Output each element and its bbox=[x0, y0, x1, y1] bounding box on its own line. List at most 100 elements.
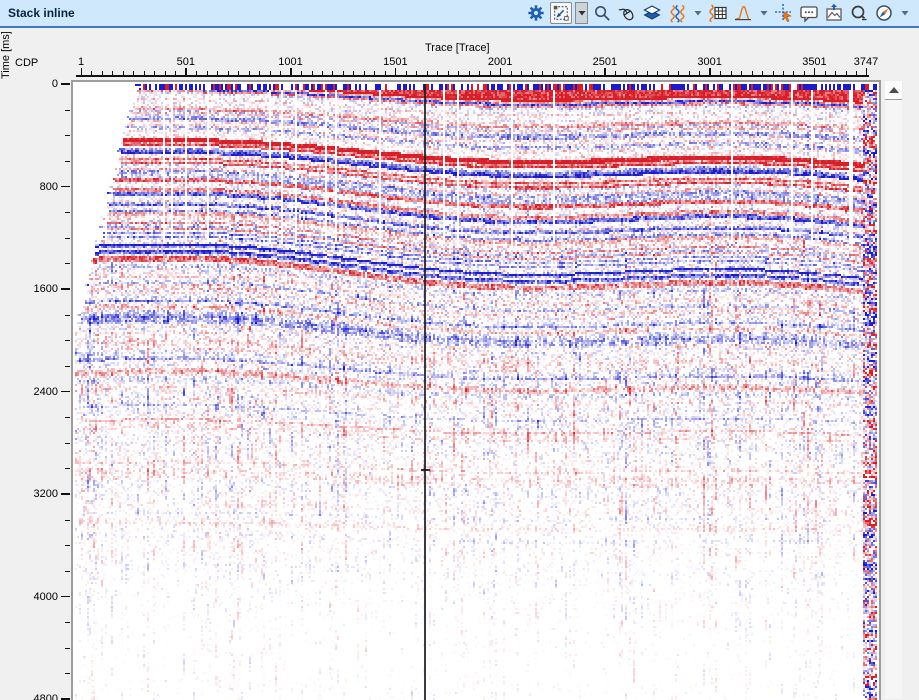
x-tick-minor bbox=[112, 71, 113, 75]
x-tick-minor bbox=[490, 71, 491, 75]
y-tick-minor bbox=[65, 212, 70, 213]
y-tick-label: 4000 bbox=[14, 591, 58, 603]
x-tick-label: 2501 bbox=[593, 56, 617, 68]
wiggle-display-dropdown[interactable] bbox=[691, 2, 704, 24]
x-tick-major bbox=[81, 68, 83, 75]
x-tick-minor bbox=[668, 71, 669, 75]
y-tick-minor bbox=[65, 238, 70, 239]
x-tick-minor bbox=[741, 71, 742, 75]
pick-mode-button[interactable] bbox=[773, 2, 795, 24]
x-tick-label: 1501 bbox=[383, 56, 407, 68]
zoom-select-dropdown[interactable] bbox=[575, 2, 588, 24]
x-tick-label: 1 bbox=[78, 56, 84, 68]
y-tick-label: 3200 bbox=[14, 488, 58, 500]
toolbar bbox=[525, 2, 919, 24]
orientation-dropdown[interactable] bbox=[898, 2, 911, 24]
y-axis-title: Time [ms] bbox=[0, 0, 18, 110]
x-tick-minor bbox=[773, 71, 774, 75]
seismic-canvas[interactable] bbox=[75, 84, 877, 700]
y-tick-minor bbox=[65, 315, 70, 316]
y-tick-minor bbox=[65, 468, 70, 469]
x-tick-minor bbox=[804, 71, 805, 75]
y-tick-minor bbox=[65, 673, 70, 674]
quick-zoom-button[interactable] bbox=[848, 2, 870, 24]
x-tick-minor bbox=[731, 71, 732, 75]
x-tick-minor bbox=[217, 71, 218, 75]
image-export-icon bbox=[824, 3, 844, 23]
y-tick-major bbox=[61, 288, 70, 290]
crosshair-pointer-icon bbox=[774, 3, 794, 23]
x-tick-major bbox=[500, 68, 502, 75]
x-tick-minor bbox=[91, 71, 92, 75]
up-arrow-icon bbox=[889, 87, 899, 93]
x-tick-minor bbox=[207, 71, 208, 75]
y-tick-minor bbox=[65, 161, 70, 162]
zoom-select-button[interactable] bbox=[550, 2, 572, 24]
x-tick-minor bbox=[123, 71, 124, 75]
y-tick-minor bbox=[65, 648, 70, 649]
x-tick-minor bbox=[689, 71, 690, 75]
layers-button[interactable] bbox=[641, 2, 663, 24]
mouse-icon bbox=[618, 4, 637, 23]
x-tick-minor bbox=[228, 71, 229, 75]
x-tick-minor bbox=[259, 71, 260, 75]
y-tick-major bbox=[61, 596, 70, 598]
settings-button[interactable] bbox=[525, 2, 547, 24]
x-tick-minor bbox=[332, 71, 333, 75]
x-tick-minor bbox=[584, 71, 585, 75]
x-tick-minor bbox=[542, 71, 543, 75]
orientation-button[interactable] bbox=[873, 2, 895, 24]
x-tick-minor bbox=[521, 71, 522, 75]
y-tick-major bbox=[61, 83, 70, 85]
trace-table-button[interactable] bbox=[707, 2, 729, 24]
export-image-button[interactable] bbox=[823, 2, 845, 24]
x-tick-minor bbox=[699, 71, 700, 75]
scroll-up-button[interactable] bbox=[885, 81, 902, 100]
amplitude-histogram-dropdown[interactable] bbox=[757, 2, 770, 24]
x-tick-minor bbox=[343, 71, 344, 75]
x-tick-minor bbox=[626, 71, 627, 75]
x-tick-minor bbox=[353, 71, 354, 75]
x-tick-minor bbox=[280, 71, 281, 75]
wiggle-display-button[interactable] bbox=[666, 2, 688, 24]
x-tick-minor bbox=[835, 71, 836, 75]
x-tick-minor bbox=[846, 71, 847, 75]
x-tick-label: 1001 bbox=[278, 56, 302, 68]
comment-icon bbox=[799, 3, 819, 23]
annotations-button[interactable] bbox=[798, 2, 820, 24]
y-tick-major bbox=[61, 186, 70, 188]
x-tick-minor bbox=[416, 71, 417, 75]
x-tick-minor bbox=[238, 71, 239, 75]
x-tick-minor bbox=[657, 71, 658, 75]
vertical-scrollbar[interactable] bbox=[884, 80, 903, 700]
x-axis-title: Trace [Trace] bbox=[425, 42, 490, 54]
amplitude-histogram-button[interactable] bbox=[732, 2, 754, 24]
x-tick-minor bbox=[469, 71, 470, 75]
x-tick-major bbox=[395, 68, 397, 75]
x-tick-minor bbox=[783, 71, 784, 75]
magnifier-button[interactable] bbox=[591, 2, 613, 24]
q-zoom-icon bbox=[849, 3, 869, 23]
x-tick-minor bbox=[270, 71, 271, 75]
x-tick-major bbox=[866, 68, 868, 75]
y-tick-minor bbox=[65, 520, 70, 521]
x-tick-minor bbox=[636, 71, 637, 75]
cursor-line[interactable] bbox=[424, 84, 426, 700]
x-axis-line bbox=[76, 75, 869, 77]
chevron-down-icon bbox=[900, 8, 910, 18]
x-tick-minor bbox=[573, 71, 574, 75]
mouse-mode-button[interactable] bbox=[616, 2, 638, 24]
y-tick-minor bbox=[65, 571, 70, 572]
y-tick-minor bbox=[65, 135, 70, 136]
x-tick-major bbox=[814, 68, 816, 75]
compass-icon bbox=[874, 3, 894, 23]
y-tick-minor bbox=[65, 417, 70, 418]
x-tick-minor bbox=[752, 71, 753, 75]
x-tick-major bbox=[709, 68, 711, 75]
y-tick-label: 1600 bbox=[14, 283, 58, 295]
y-tick-label: 0 bbox=[14, 78, 58, 90]
x-tick-minor bbox=[374, 71, 375, 75]
x-tick-minor bbox=[678, 71, 679, 75]
gear-icon bbox=[527, 4, 545, 22]
x-tick-major bbox=[290, 68, 292, 75]
